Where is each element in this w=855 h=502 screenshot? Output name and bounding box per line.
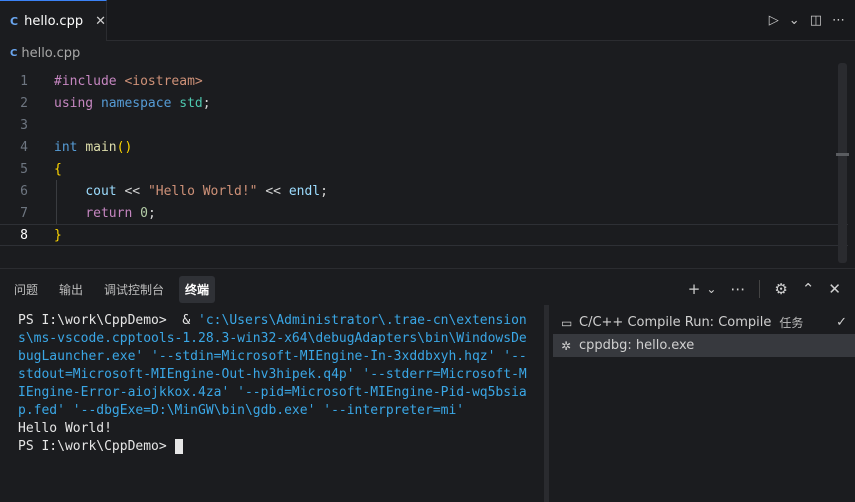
code-token: "Hello World!": [147, 183, 258, 199]
cpp-file-icon: C: [10, 14, 19, 28]
split-editor-icon[interactable]: ◫: [810, 13, 822, 28]
code-token: int: [54, 139, 78, 155]
editor-scrollbar[interactable]: [838, 63, 847, 263]
tab-problems[interactable]: 问题: [8, 276, 44, 303]
line-number: 5: [20, 161, 28, 177]
divider: [759, 280, 761, 298]
breadcrumb-file[interactable]: hello.cpp: [21, 46, 80, 61]
close-icon[interactable]: ✕: [828, 280, 841, 298]
maximize-panel-icon[interactable]: ⌃: [802, 280, 815, 298]
terminal-scrollbar[interactable]: [544, 305, 549, 502]
line-number: 3: [20, 117, 28, 133]
line-number: 1: [20, 73, 28, 89]
terminal-line: s\ms-vscode.cpptools-1.28.3-win32-x64\de…: [18, 331, 527, 346]
code-token: endl: [288, 183, 321, 199]
debug-icon: ✲: [561, 338, 572, 353]
terminal-line: PS I:\work\CppDemo>: [18, 438, 543, 456]
code-line: 6 cout << "Hello World!" << endl;: [0, 180, 848, 202]
code-token: ;: [202, 95, 211, 111]
terminal-list: ▭ C/C++ Compile Run: Compile 任务 ✓ ✲ cppd…: [553, 311, 855, 357]
code-line: 1 #include <iostream>: [0, 70, 848, 92]
terminal-command: &: [166, 313, 199, 328]
code-line: 5 {: [0, 158, 848, 180]
terminal-cursor: [174, 439, 183, 454]
editor-tab-hello-cpp[interactable]: C hello.cpp ✕: [0, 0, 107, 41]
code-line-current: 8 }: [0, 224, 848, 246]
code-token: #include: [54, 73, 117, 89]
code-token: ;: [320, 183, 328, 199]
code-token: <<: [116, 183, 148, 199]
chevron-down-icon[interactable]: ⌄: [789, 13, 800, 28]
code-token: main: [85, 139, 117, 155]
code-token: std: [179, 95, 203, 111]
tab-debug-console[interactable]: 调试控制台: [98, 276, 170, 303]
editor-actions: ▷ ⌄ ◫ ⋯: [769, 0, 845, 41]
terminal-line: IEngine-Error-aiojkkox.4za' '--pid=Micro…: [18, 385, 527, 400]
code-token: namespace: [100, 95, 172, 111]
code-token: 0: [140, 205, 148, 221]
tab-terminal[interactable]: 终端: [179, 275, 216, 303]
terminal-output[interactable]: PS I:\work\CppDemo> & 'c:\Users\Administ…: [18, 312, 543, 456]
terminal-prompt: PS I:\work\CppDemo>: [18, 439, 167, 454]
terminal-line: PS I:\work\CppDemo> & 'c:\Users\Administ…: [18, 312, 543, 330]
terminal-line: p.fed' '--dbgExe=D:\MinGW\bin\gdb.exe' '…: [18, 403, 465, 418]
run-icon[interactable]: ▷: [769, 13, 779, 28]
cpp-file-icon: C: [10, 47, 18, 59]
breadcrumb: C hello.cpp: [0, 41, 855, 65]
terminal-list-item-cppdbg[interactable]: ✲ cppdbg: hello.exe: [553, 334, 855, 357]
terminal-list-item-compile[interactable]: ▭ C/C++ Compile Run: Compile 任务 ✓: [553, 311, 855, 334]
terminal-line: stdout=Microsoft-MIEngine-Out-hv3hipek.q…: [18, 367, 527, 382]
code-token: }: [54, 227, 62, 243]
code-line: 3: [0, 114, 848, 136]
chevron-down-icon[interactable]: ⌄: [706, 282, 716, 296]
line-number: 8: [20, 227, 28, 243]
customize-icon[interactable]: ⚙: [774, 280, 787, 298]
add-terminal-icon[interactable]: +: [688, 280, 701, 298]
terminal-line: Hello World!: [18, 421, 112, 436]
terminal-list-label: C/C++ Compile Run: Compile: [579, 315, 772, 330]
task-tag: 任务: [779, 316, 804, 330]
panel-actions: + ⌄ ⋯ ⚙ ⌃ ✕: [688, 269, 841, 309]
line-number: 4: [20, 139, 28, 155]
terminal-list-label: cppdbg: hello.exe: [579, 338, 695, 353]
line-number: 6: [20, 183, 28, 199]
terminal-prompt: PS I:\work\CppDemo>: [18, 313, 167, 328]
indent-guide: [56, 180, 57, 224]
terminal-line: bugLauncher.exe' '--stdin=Microsoft-MIEn…: [18, 349, 527, 364]
code-editor[interactable]: 1 #include <iostream> 2 using namespace …: [0, 70, 855, 262]
line-number: 7: [20, 205, 28, 221]
close-icon[interactable]: ✕: [95, 14, 106, 29]
more-actions-icon[interactable]: ⋯: [832, 13, 845, 28]
more-actions-icon[interactable]: ⋯: [730, 280, 745, 298]
bottom-panel: 问题 输出 调试控制台 终端 + ⌄ ⋯ ⚙ ⌃ ✕ PS I:\work\Cp…: [0, 268, 855, 502]
terminal-icon: ▭: [561, 315, 573, 330]
code-line: 4 int main(): [0, 136, 848, 158]
tab-label: hello.cpp: [24, 13, 84, 29]
code-token: ;: [147, 205, 156, 221]
code-line: 7 return 0;: [0, 202, 848, 224]
tab-output[interactable]: 输出: [53, 276, 89, 303]
code-line: 2 using namespace std;: [0, 92, 848, 114]
code-token: <iostream>: [124, 73, 203, 89]
editor-tab-bar: C hello.cpp ✕ ▷ ⌄ ◫ ⋯: [0, 0, 855, 41]
scrollbar-cursor-mark: [836, 153, 849, 156]
code-token: {: [54, 161, 62, 177]
code-token: return: [85, 205, 133, 221]
code-token: using: [54, 95, 94, 111]
terminal-path: 'c:\Users\Administrator\.trae-cn\extensi…: [198, 313, 527, 328]
check-icon: ✓: [836, 315, 847, 330]
line-number: 2: [20, 95, 28, 111]
code-token: <<: [257, 183, 289, 199]
code-token: (): [116, 139, 133, 155]
code-token: cout: [85, 183, 117, 199]
